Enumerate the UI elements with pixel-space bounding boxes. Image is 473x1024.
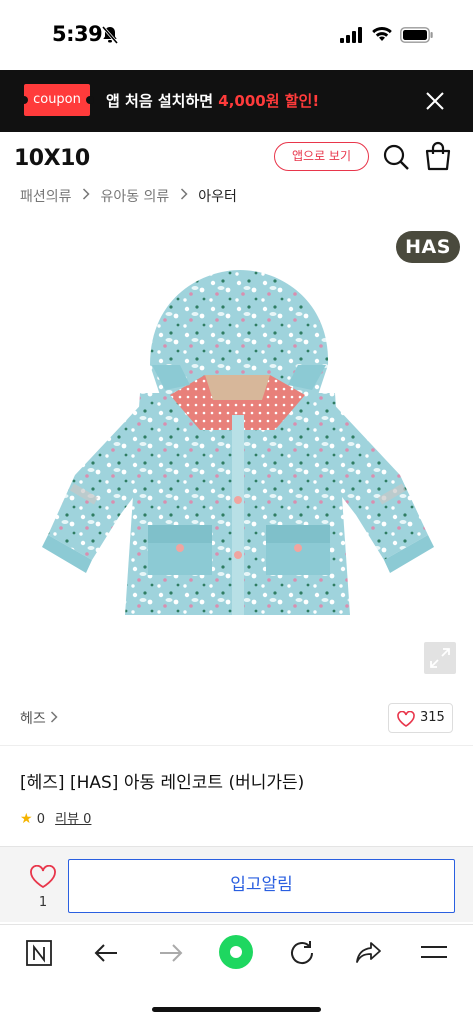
breadcrumb-item[interactable]: 유아동 의류 [100,186,169,206]
star-icon: ★ [20,811,33,827]
wifi-icon [371,26,393,46]
brand-row: 헤즈 315 [0,700,473,746]
shopping-bag-icon[interactable] [424,141,452,175]
product-image[interactable] [0,225,473,690]
signal-icon [340,27,364,47]
wishlist-button[interactable]: 1 [28,864,58,911]
chevron-right-icon [50,711,58,727]
coupon-tag: coupon [20,84,94,116]
product-rating: ★ 0 리뷰 0 [20,808,91,827]
forward-arrow-icon[interactable] [157,939,185,971]
status-time: 5:39 [52,22,103,46]
heart-icon [397,710,415,731]
site-logo[interactable]: 10X10 [14,146,90,171]
site-header: 10X10 앱으로 보기 [0,132,473,182]
chevron-right-icon [82,188,90,204]
banner-text-highlight: 4,000원 할인! [218,92,320,110]
bell-off-icon [100,25,120,49]
battery-icon [400,27,434,47]
banner-text: 앱 처음 설치하면 4,000원 할인! [106,90,319,111]
review-link[interactable]: 리뷰 0 [55,812,91,827]
status-bar: 5:39 [0,0,473,70]
refresh-icon[interactable] [288,939,316,971]
like-button[interactable]: 315 [388,703,453,733]
like-count: 315 [420,710,445,725]
brand-link[interactable]: 헤즈 [20,708,58,728]
brand-name: 헤즈 [20,711,46,727]
chevron-right-icon [180,188,188,204]
coupon-banner[interactable]: coupon 앱 처음 설치하면 4,000원 할인! [0,70,473,132]
search-icon[interactable] [382,143,410,175]
browser-toolbar [0,924,473,984]
purchase-action-bar: 1 입고알림 [0,846,473,922]
wishlist-count: 1 [38,895,48,910]
close-icon[interactable] [424,90,446,112]
banner-text-main: 앱 처음 설치하면 [106,92,219,110]
brand-badge: HAS [396,231,460,263]
expand-icon[interactable] [424,642,456,674]
product-title: [헤즈] [HAS] 아동 레인코트 (버니가든) [20,773,305,793]
home-indicator [152,1007,321,1012]
back-arrow-icon[interactable] [92,939,120,971]
breadcrumb-item[interactable]: 패션의류 [20,186,72,206]
heart-icon [29,864,57,893]
naver-n-icon[interactable] [26,939,52,971]
rating-value: 0 [36,812,45,827]
breadcrumb-current[interactable]: 아우터 [198,186,237,206]
restock-notify-button[interactable]: 입고알림 [68,859,455,913]
green-dot-icon[interactable] [218,934,254,974]
open-in-app-button[interactable]: 앱으로 보기 [274,142,369,171]
breadcrumb: 패션의류 유아동 의류 아우터 [20,186,237,206]
menu-icon[interactable] [420,943,448,967]
share-icon[interactable] [354,939,382,971]
